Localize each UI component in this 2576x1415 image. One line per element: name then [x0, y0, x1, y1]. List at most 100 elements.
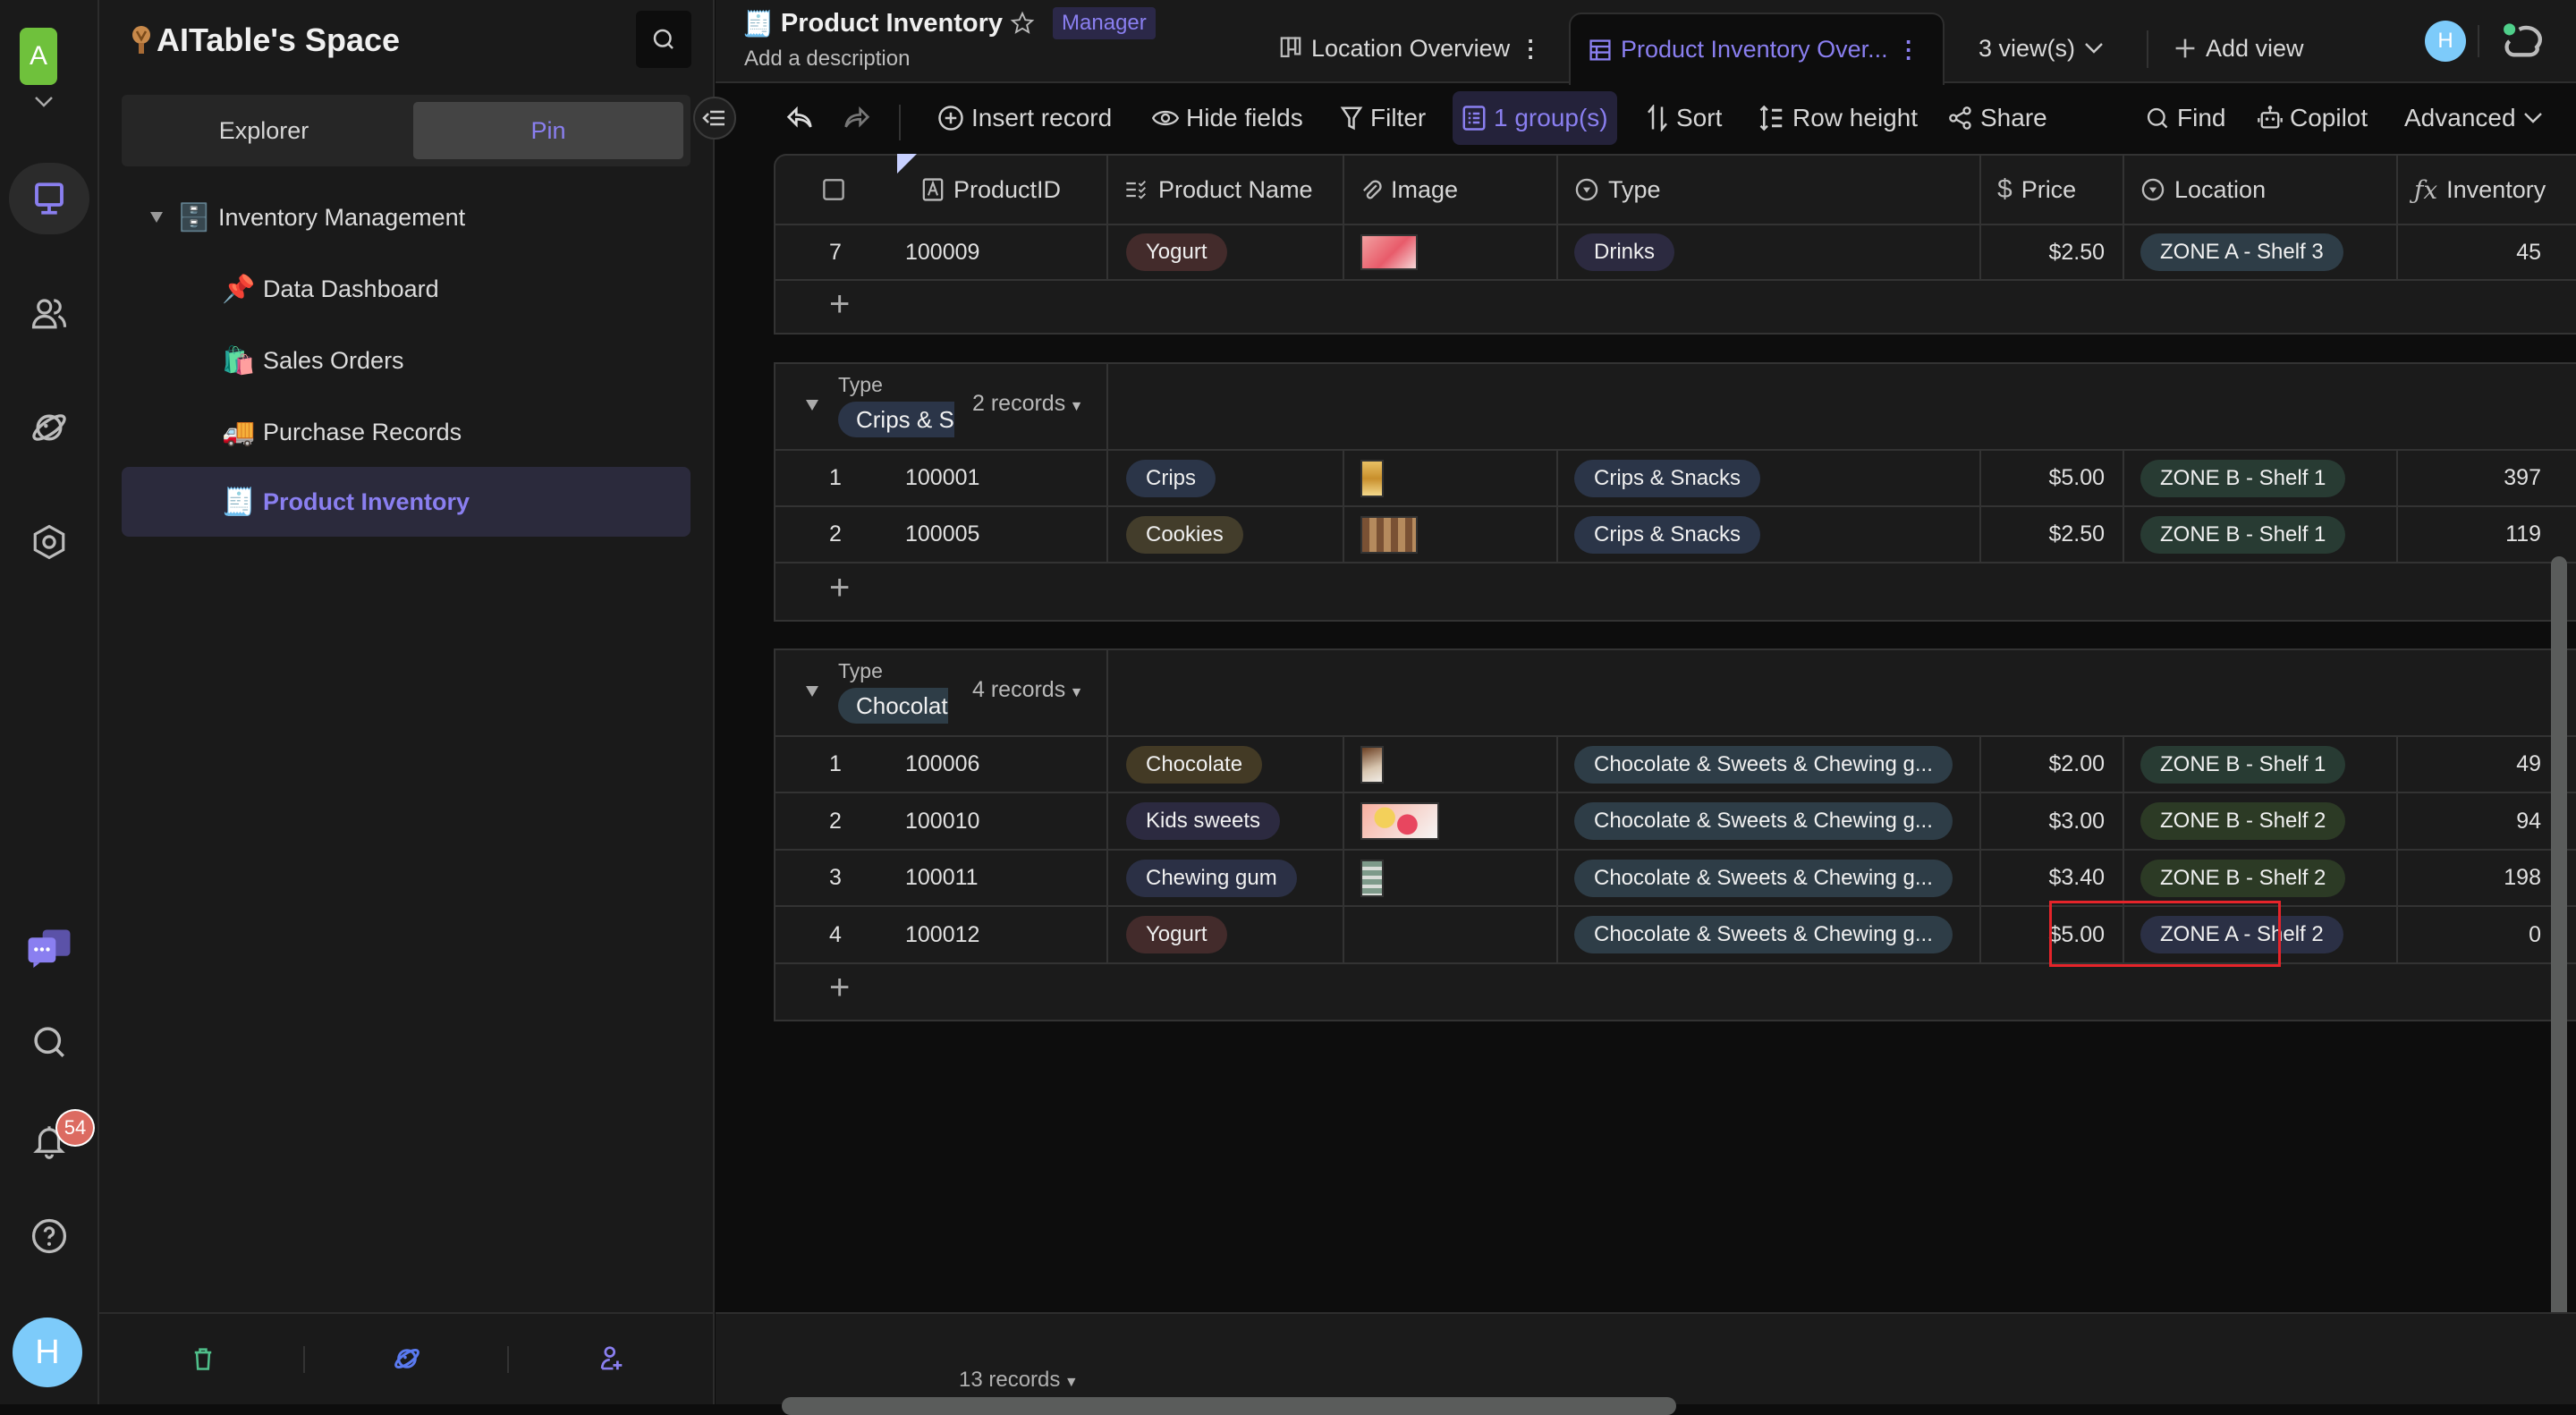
cell-inventory[interactable]: 119 — [2398, 507, 2576, 562]
image-thumbnail[interactable] — [1360, 515, 1418, 554]
cell-price[interactable]: $3.00 — [1981, 793, 2124, 849]
sidebar-search-button[interactable] — [636, 11, 691, 68]
sync-status-icon[interactable] — [2499, 20, 2549, 63]
cell-id[interactable]: 100012 — [905, 907, 1108, 962]
cell-location[interactable]: ZONE B - Shelf 1 — [2124, 451, 2398, 505]
total-records[interactable]: 13 records ▼ — [959, 1368, 1079, 1393]
cell-type[interactable]: Drinks — [1558, 225, 1981, 279]
cell-image[interactable] — [1344, 907, 1558, 962]
tab-pin[interactable]: Pin — [413, 102, 683, 159]
cell-name[interactable]: Kids sweets — [1108, 793, 1344, 849]
chevron-down-icon[interactable] — [33, 93, 55, 111]
undo-button[interactable] — [776, 91, 823, 145]
cell-name[interactable]: Crips — [1108, 451, 1344, 505]
cell-type[interactable]: Chocolate & Sweets & Chewing g... — [1558, 737, 1981, 792]
cell-inventory[interactable]: 45 — [2398, 225, 2576, 279]
cell-image[interactable] — [1344, 451, 1558, 505]
column-header-price[interactable]: $ Price — [1981, 156, 2124, 224]
find-button[interactable]: Find — [2136, 91, 2234, 145]
copilot-button[interactable]: Copilot — [2249, 91, 2377, 145]
image-thumbnail[interactable] — [1360, 859, 1384, 897]
hide-fields-button[interactable]: Hide fields — [1143, 91, 1312, 145]
image-thumbnail[interactable] — [1360, 234, 1418, 270]
cell-index[interactable]: 2 — [775, 507, 905, 562]
plus-icon[interactable]: + — [829, 968, 850, 1008]
group-record-count[interactable]: 2 records ▼ — [972, 391, 1084, 417]
cell-location[interactable]: ZONE B - Shelf 2 — [2124, 793, 2398, 849]
insert-record-button[interactable]: Insert record — [928, 91, 1121, 145]
image-thumbnail[interactable] — [1360, 745, 1384, 784]
add-view-button[interactable]: Add view — [2156, 13, 2322, 83]
cell-name[interactable]: Yogurt — [1108, 225, 1344, 279]
cell-price[interactable]: $2.50 — [1981, 507, 2124, 562]
cell-name[interactable]: Yogurt — [1108, 907, 1344, 962]
cell-image[interactable] — [1344, 507, 1558, 562]
sidebar-item-purchase-records[interactable]: 🚚 Purchase Records — [122, 397, 691, 467]
redo-button[interactable] — [834, 91, 880, 145]
cell-index[interactable]: 1 — [775, 451, 905, 505]
cell-id[interactable]: 100009 — [905, 225, 1108, 279]
column-header-type[interactable]: Type — [1558, 156, 1981, 224]
cell-inventory[interactable]: 198 — [2398, 851, 2576, 905]
cell-index[interactable]: 3 — [775, 851, 905, 905]
image-thumbnail[interactable] — [1360, 802, 1439, 840]
cell-index[interactable]: 2 — [775, 793, 905, 849]
space-avatar[interactable]: A — [20, 28, 57, 85]
cell-inventory[interactable]: 49 — [2398, 737, 2576, 792]
checkbox-icon[interactable] — [822, 178, 845, 201]
row-height-button[interactable]: Row height — [1750, 91, 1927, 145]
cell-inventory[interactable]: 0 — [2398, 907, 2576, 962]
horizontal-scrollbar[interactable] — [782, 1397, 1676, 1415]
more-options-icon[interactable]: ⋮ — [1897, 36, 1920, 64]
sidebar-item-data-dashboard[interactable]: 📌 Data Dashboard — [122, 254, 691, 324]
cell-image[interactable] — [1344, 737, 1558, 792]
cell-id[interactable]: 100006 — [905, 737, 1108, 792]
cell-inventory[interactable]: 397 — [2398, 451, 2576, 505]
caret-down-icon[interactable] — [804, 398, 820, 412]
table-row[interactable]: 3 100011 Chewing gum Chocolate & Sweets & C… — [775, 851, 2576, 907]
user-avatar[interactable]: H — [13, 1318, 82, 1387]
group-header-row[interactable]: Type Chocolat 4 records ▼ — [775, 650, 2576, 737]
column-header-inventory[interactable]: ƒx Inventory — [2398, 156, 2576, 224]
cell-index[interactable]: 4 — [775, 907, 905, 962]
plus-icon[interactable]: + — [829, 284, 850, 325]
table-row[interactable]: 7 100009 Yogurt Drinks $2.50 ZONE A - Shelf 3… — [775, 225, 2576, 281]
column-header-productid[interactable]: ProductID — [905, 156, 1108, 224]
cell-type[interactable]: Crips & Snacks — [1558, 451, 1981, 505]
views-count-dropdown[interactable]: 3 view(s) — [1961, 13, 2122, 83]
advanced-dropdown[interactable]: Advanced — [2395, 91, 2552, 145]
cell-image[interactable] — [1344, 851, 1558, 905]
sidebar-item-product-inventory[interactable]: 🧾 Product Inventory — [122, 467, 691, 537]
vertical-scrollbar[interactable] — [2551, 556, 2567, 1366]
column-header-location[interactable]: Location — [2124, 156, 2398, 224]
cell-id[interactable]: 100005 — [905, 507, 1108, 562]
image-thumbnail[interactable] — [1360, 459, 1384, 497]
table-row[interactable]: 2 100010 Kids sweets Chocolate & Sweets & C… — [775, 793, 2576, 851]
workbench-button[interactable] — [9, 163, 89, 234]
column-header-product-name[interactable]: Product Name — [1108, 156, 1344, 224]
cell-id[interactable]: 100001 — [905, 451, 1108, 505]
view-tab-product-inventory-overview[interactable]: Product Inventory Over... ⋮ — [1569, 13, 1945, 85]
view-tab-location-overview[interactable]: Location Overview ⋮ — [1261, 13, 1560, 83]
help-button[interactable] — [9, 1200, 89, 1272]
cell-id[interactable]: 100011 — [905, 851, 1108, 905]
cell-type[interactable]: Crips & Snacks — [1558, 507, 1981, 562]
cell-price[interactable]: $2.50 — [1981, 225, 2124, 279]
folder-inventory-management[interactable]: 🗄️ Inventory Management — [122, 182, 691, 252]
add-record-row[interactable]: + — [775, 563, 2576, 620]
description-field[interactable]: Add a description — [744, 47, 910, 72]
table-row[interactable]: 2 100005 Cookies Crips & Snacks $2.50 ZONE B … — [775, 507, 2576, 563]
more-options-icon[interactable]: ⋮ — [1519, 35, 1542, 63]
cell-name[interactable]: Chewing gum — [1108, 851, 1344, 905]
search-button[interactable] — [9, 1006, 89, 1078]
filter-button[interactable]: Filter — [1331, 91, 1435, 145]
group-button[interactable]: 1 group(s) — [1453, 91, 1617, 145]
share-button[interactable]: Share — [1939, 91, 2056, 145]
cell-price[interactable]: $3.40 — [1981, 851, 2124, 905]
explore-templates-button[interactable] — [389, 1341, 425, 1377]
tab-explorer[interactable]: Explorer — [129, 102, 399, 159]
cell-location[interactable]: ZONE A - Shelf 3 — [2124, 225, 2398, 279]
plus-icon[interactable]: + — [829, 568, 850, 608]
contacts-button[interactable] — [9, 277, 89, 349]
invite-member-button[interactable] — [593, 1341, 629, 1377]
